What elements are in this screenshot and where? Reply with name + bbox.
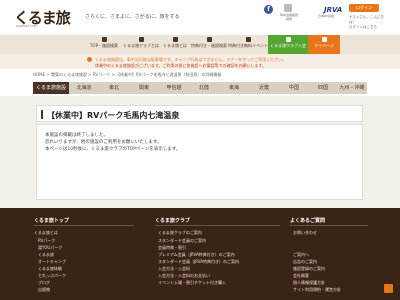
nav-item-label: くるま旅とは — [163, 43, 187, 48]
jrva-logo[interactable]: JRVA — [324, 6, 342, 14]
footer-link[interactable]: くるま旅クラブのご案内 — [158, 230, 202, 236]
footer-link[interactable]: くるま旅体験 — [38, 266, 62, 272]
facebook-icon[interactable]: f — [264, 5, 273, 14]
nav-item-label: 特典付き無料イベント — [228, 43, 268, 48]
footer-link[interactable]: くるま旅 — [38, 252, 54, 258]
region-tab-tohoku[interactable]: 東北 — [99, 82, 129, 94]
footer-link[interactable]: スタンダード会員のご案内 — [158, 238, 206, 244]
footer-link[interactable]: 会社概要 — [293, 273, 309, 279]
footer-head-faq[interactable]: よくあるご質問 — [290, 217, 325, 224]
greeting-line-1: ゲストさん、こんにちは！ — [349, 15, 384, 24]
region-tabs: くるま旅施設 北海道 東北 関東 甲信越 北陸 東海 近畿 中国 四国 九州・沖… — [33, 82, 367, 94]
footer-link[interactable]: 入会方法・入会料 — [158, 266, 190, 272]
region-tab-hokkaido[interactable]: 北海道 — [69, 82, 99, 94]
content-body: 本施設の掲載は終了しました。 恐れいりますが、他の施設のご利用をお願いいたします… — [36, 124, 363, 200]
nav-item-mypage[interactable]: マイページ — [308, 35, 340, 54]
footer-link[interactable]: イベント入場・割引チケット付き購入 — [158, 280, 226, 286]
jrva-subtitle: 日本RV協会 — [318, 14, 334, 18]
nav-item-about[interactable]: くるま旅とは — [160, 35, 190, 54]
region-tab-chugoku[interactable]: 中国 — [279, 82, 309, 94]
region-tab-all[interactable]: くるま旅施設 — [33, 82, 69, 94]
nav-item-label: 特典付き・施設検索 — [191, 43, 227, 48]
home-icon — [101, 37, 107, 42]
footer-divider — [34, 225, 134, 226]
nav-item-label: くるま旅クラブとは — [123, 43, 159, 48]
region-tab-kinki[interactable]: 近畿 — [249, 82, 279, 94]
main-nav: TOP・施設検索 くるま旅クラブとは くるま旅とは 特典付き・施設検索 特典付き… — [0, 35, 400, 54]
login-button[interactable]: ログイン — [349, 4, 379, 12]
footer-link[interactable]: ブログ — [38, 280, 50, 286]
nav-item-join[interactable]: くるま旅クラブ入会 — [268, 35, 308, 54]
page-title-box: 【休業中】RVパーク毛馬内七滝温泉 — [36, 105, 363, 122]
site-header: くるま旅 KURUMA TABI さらくに、さまよに、さがるに、旅をする f 車… — [0, 0, 400, 34]
page-title: 【休業中】RVパーク毛馬内七滝温泉 — [47, 111, 180, 120]
body-text-2: 恐れいりますが、他の施設のご利用をお願いいたします。 — [45, 140, 162, 145]
greeting-text: ゲストさん、こんにちは！ ログインはこちら — [349, 15, 389, 30]
logo-subtitle: KURUMA TABI — [16, 24, 37, 28]
footer-link[interactable]: 個人情報保護方針 — [293, 280, 325, 286]
footer-divider — [290, 225, 368, 226]
region-tab-hokuriku[interactable]: 北陸 — [189, 82, 219, 94]
body-text-3: 本ページは10秒後に、くるま旅クラブのTOPページを表示します。 — [45, 147, 181, 152]
nav-item-benefit-search[interactable]: 特典付き・施設検索 — [190, 35, 228, 54]
search-icon — [206, 37, 212, 42]
footer-link-about[interactable]: くるま旅とは — [34, 230, 58, 236]
nav-item-label: TOP・施設検索 — [89, 43, 118, 48]
footer-link[interactable]: ご案内へ — [293, 252, 309, 258]
footer-link[interactable]: オートキャンプ — [38, 259, 66, 265]
footer-link[interactable]: とれっぷパーク — [38, 273, 66, 279]
scroll-to-top-button[interactable] — [384, 284, 393, 293]
footer-head-top[interactable]: くるま旅トップ — [34, 217, 69, 224]
notice-text-2: 休業中のくるま旅施設がございます。ご利用の前に各施設へお電話等での確認をお願いし… — [95, 63, 267, 68]
footer-link[interactable]: サイト利用規約・運営方針 — [293, 287, 341, 293]
footer-divider — [155, 225, 280, 226]
notice-banner: くるま旅施設は、車中泊可能な駐車場です。キャンプ行為はできません。マナーを守って… — [0, 54, 400, 69]
footer-link[interactable]: お問い合わせ — [293, 230, 317, 236]
region-tab-kanto[interactable]: 関東 — [129, 82, 159, 94]
footer-link[interactable]: RVパーク — [38, 238, 55, 244]
greeting-login-link[interactable]: ログインはこちら — [349, 25, 389, 30]
footer-link[interactable]: 入会方法・入会料のお支払い — [158, 273, 210, 279]
nav-item-label: くるま旅クラブ入会 — [270, 43, 306, 48]
region-tab-koshinetsu[interactable]: 甲信越 — [159, 82, 189, 94]
footer-link[interactable]: スタンダード会員（JRVA特典付き）のご案内 — [158, 259, 239, 265]
alert-icon — [87, 57, 92, 62]
footer-link[interactable]: 広告のご案内 — [293, 259, 317, 265]
footer-link[interactable]: 施設登録のご案内 — [293, 266, 325, 272]
nav-item-club[interactable]: くるま旅クラブとは — [122, 35, 160, 54]
club-icon — [138, 37, 144, 42]
facility-register-label[interactable]: 車中泊施設登録者 — [279, 13, 299, 21]
nav-item-events[interactable]: 特典付き無料イベント — [228, 35, 268, 54]
nav-item-top[interactable]: TOP・施設検索 — [86, 35, 122, 54]
body-text-1: 本施設の掲載は終了しました。 — [45, 133, 108, 138]
region-tab-shikoku[interactable]: 四国 — [309, 82, 337, 94]
footer-link[interactable]: 会員特典・割引 — [158, 245, 186, 251]
footer-link[interactable]: 湯YOUパーク — [38, 245, 62, 251]
footer-link[interactable]: 出版物 — [38, 287, 50, 293]
facility-register-icon[interactable] — [284, 4, 292, 12]
user-icon — [321, 37, 327, 42]
nav-item-label: マイページ — [314, 43, 334, 48]
region-tab-kyushu[interactable]: 九州・沖縄 — [337, 82, 367, 94]
title-accent-bar — [41, 110, 43, 119]
footer-link[interactable]: プレミアム会員（JRVA特典付き）のご案内 — [158, 252, 235, 258]
site-tagline: さらくに、さまよに、さがるに、旅をする — [85, 14, 180, 20]
region-tab-tokai[interactable]: 東海 — [219, 82, 249, 94]
footer-head-club[interactable]: くるま旅クラブ — [155, 217, 190, 224]
event-icon — [245, 37, 251, 42]
join-icon — [285, 37, 291, 42]
info-icon — [172, 37, 178, 42]
breadcrumb[interactable]: HOME > 関東のくるま旅施設 > RVパーク > 【休業中】RVパーク毛馬内… — [33, 72, 221, 78]
